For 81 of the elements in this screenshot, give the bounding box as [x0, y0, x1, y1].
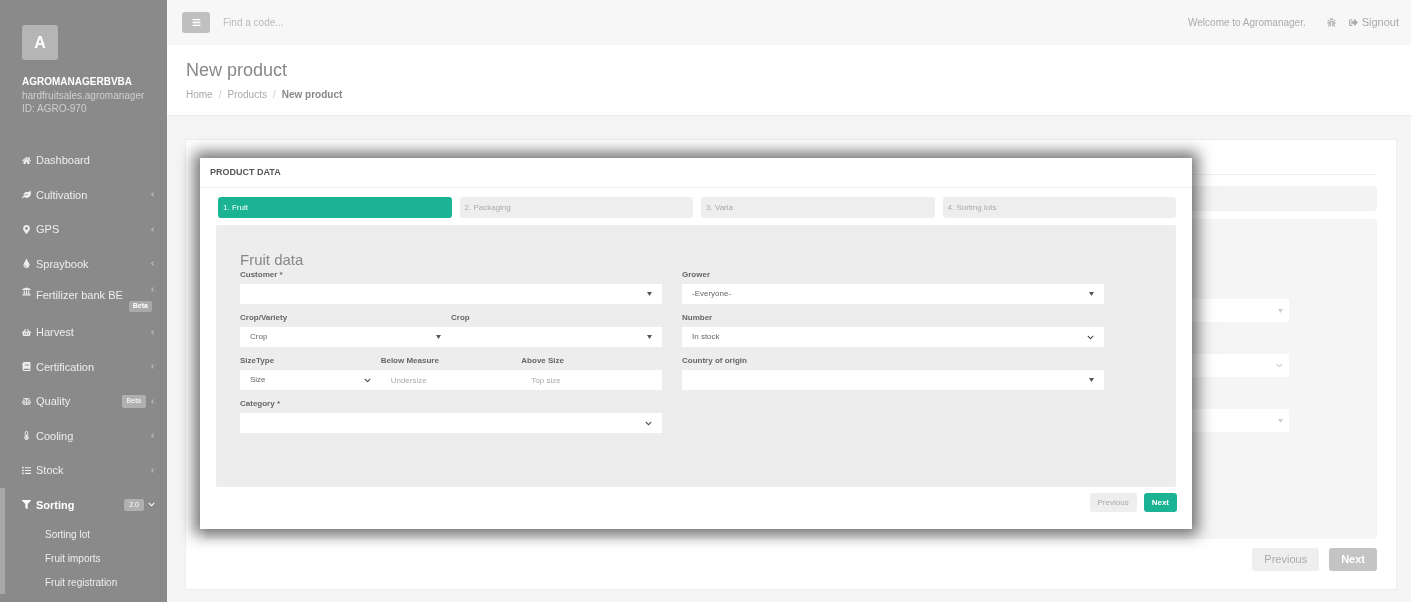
field-label: Number — [682, 313, 714, 323]
breadcrumb: New product — [281, 87, 343, 102]
basket-icon — [22, 327, 31, 337]
chevron-down-icon — [645, 419, 652, 427]
field-label: Country of origin — [682, 356, 748, 366]
chevron-down-icon — [363, 376, 371, 384]
select-field[interactable]: -Everyone- — [682, 284, 1104, 304]
field-label: Above Size — [521, 356, 566, 366]
sidebar-item[interactable]: Stock — [5, 453, 167, 488]
account-name: AGROMANAGERBVBA — [22, 75, 133, 89]
welcome-text: Welcome to Agromanager. — [1188, 15, 1306, 30]
step-button[interactable]: Previous — [1252, 548, 1320, 571]
form-title: Fruit data — [240, 251, 305, 269]
drop-icon — [22, 259, 31, 269]
leaf-icon — [22, 190, 31, 200]
step-tab[interactable]: 1. Fruit — [218, 197, 452, 218]
field-label: Customer * — [240, 270, 284, 280]
input-field[interactable]: Top size — [521, 370, 662, 390]
sidebar-item[interactable]: Spraybook — [5, 246, 167, 281]
breadcrumb[interactable]: Products — [227, 86, 267, 102]
page-title: New product — [186, 58, 289, 81]
search-field[interactable]: Find a code... — [223, 14, 1176, 30]
list-icon — [22, 465, 31, 475]
caret-icon — [436, 335, 441, 339]
submenu-item[interactable]: Sorting lot — [5, 522, 167, 546]
submenu-item[interactable]: Fruit imports — [5, 546, 167, 570]
bug-icon[interactable] — [1326, 17, 1336, 27]
menu-icon — [191, 17, 201, 27]
signout-icon — [1348, 17, 1358, 27]
caret-icon — [1089, 292, 1094, 296]
chevron-down-icon — [1087, 333, 1094, 341]
menu-button[interactable] — [182, 11, 210, 33]
step-button[interactable]: Previous — [1089, 493, 1137, 512]
select-field[interactable] — [682, 370, 1104, 390]
select-value: Size — [250, 374, 266, 386]
breadcrumb-separator: / — [218, 87, 222, 102]
caret-icon — [647, 335, 652, 339]
field-label: Grower — [682, 270, 711, 280]
bank-icon — [22, 287, 31, 296]
field-label: Below Measure — [380, 356, 440, 366]
thermometer-icon — [22, 431, 31, 441]
chevron-down-icon — [1276, 362, 1283, 369]
account-id: ID: AGRO-970 — [22, 102, 88, 115]
submenu-item[interactable]: Fruit registration — [5, 570, 167, 594]
field-label: SizeType — [240, 356, 276, 366]
select-value: In stock — [692, 331, 720, 343]
signout-link[interactable]: Signout — [1348, 14, 1399, 31]
home-icon — [22, 155, 31, 165]
sidebar-item[interactable]: Certification — [5, 349, 167, 384]
field-label: Crop/Variety — [240, 313, 289, 323]
breadcrumb-separator: / — [272, 87, 276, 102]
caret-icon — [1278, 308, 1283, 313]
book-icon — [22, 362, 31, 372]
select-field[interactable]: In stock — [682, 327, 1104, 347]
caret-icon — [1278, 418, 1283, 423]
sidebar-item[interactable]: Cultivation — [5, 177, 167, 212]
step-button[interactable]: Next — [1329, 548, 1377, 571]
input-field[interactable]: Undersize — [380, 370, 522, 390]
select-field[interactable]: Size — [240, 370, 381, 390]
breadcrumb[interactable]: Home — [186, 86, 213, 102]
sidebar-item[interactable]: GPS — [5, 212, 167, 247]
avatar: A — [22, 25, 58, 60]
sidebar-item[interactable]: Cooling — [5, 418, 167, 453]
select-value: -Everyone- — [692, 288, 732, 300]
step-tab[interactable]: 2. Packaging — [459, 197, 693, 218]
map-pin-icon — [22, 224, 31, 234]
sidebar-item[interactable]: Dashboard — [5, 143, 167, 178]
caret-icon — [647, 292, 652, 296]
filter-icon — [22, 500, 31, 510]
account-domain: hardfruitsales.agromanager — [22, 89, 146, 102]
field-label: Crop — [451, 313, 471, 323]
select-value: Crop — [250, 331, 268, 343]
select-field[interactable] — [240, 284, 662, 304]
modal-title: PRODUCT DATA — [210, 165, 281, 179]
field-label: Category * — [240, 399, 281, 409]
sidebar-item[interactable]: Harvest — [5, 315, 167, 350]
select-field[interactable] — [451, 327, 662, 347]
select-field[interactable] — [240, 413, 662, 433]
step-button[interactable]: Next — [1143, 493, 1177, 512]
select-field[interactable]: Crop — [240, 327, 451, 347]
scale-icon — [22, 396, 31, 406]
